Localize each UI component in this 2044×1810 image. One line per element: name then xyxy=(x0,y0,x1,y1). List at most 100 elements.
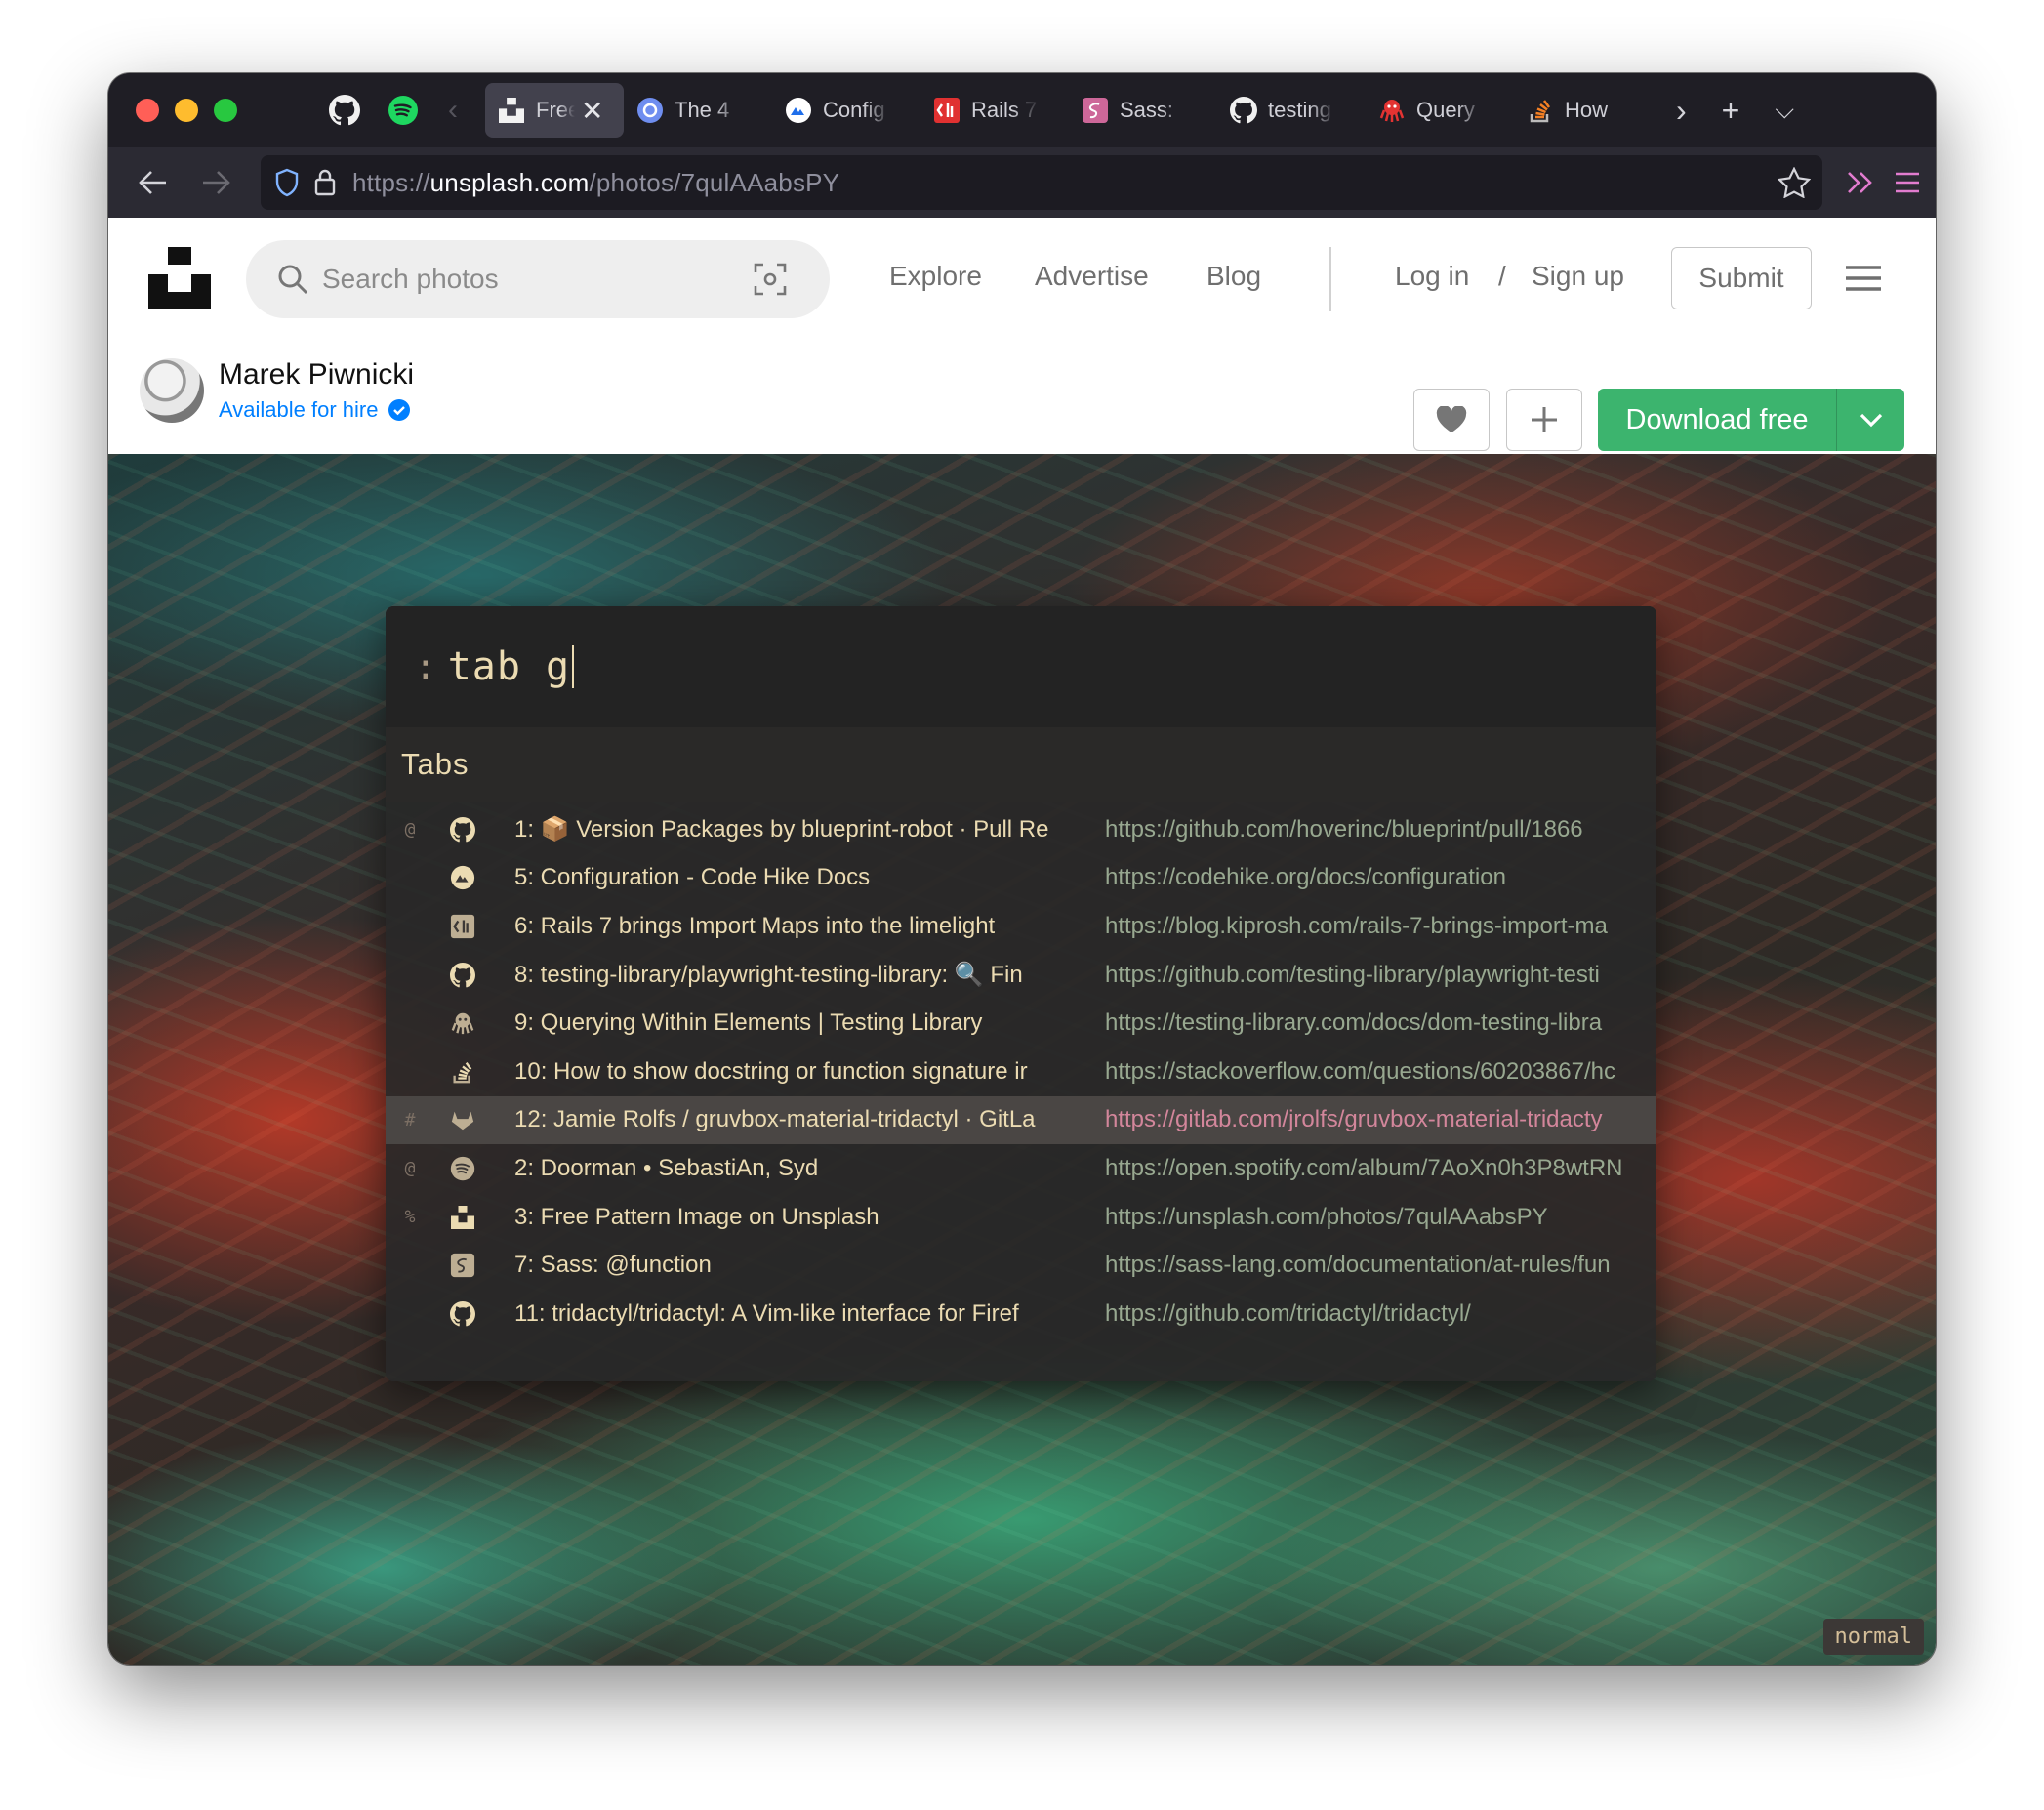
mode-indicator: normal xyxy=(1822,1619,1924,1655)
search-input[interactable] xyxy=(322,264,732,295)
tab-testing-library[interactable]: Query xyxy=(1366,83,1514,138)
visual-search-icon[interactable] xyxy=(754,263,787,296)
auth-separator: / xyxy=(1498,261,1506,291)
completion-row[interactable]: 8: testing-library/playwright-testing-li… xyxy=(386,951,1656,1000)
tab-url: https://github.com/hoverinc/blueprint/pu… xyxy=(1105,815,1583,843)
completion-row[interactable]: 5: Configuration - Code Hike Docs https:/… xyxy=(386,854,1656,903)
tabs-scroll-right-icon[interactable]: › xyxy=(1676,93,1687,129)
completion-row[interactable]: 9: Querying Within Elements | Testing Li… xyxy=(386,999,1656,1048)
tab-title: 10: How to show docstring or function si… xyxy=(514,1057,1028,1085)
back-arrow-icon[interactable] xyxy=(134,163,173,202)
buffer-flag: @ xyxy=(404,1158,416,1179)
octopus-icon xyxy=(1377,96,1407,125)
extensions-overflow-icon[interactable] xyxy=(1841,163,1880,202)
heart-icon xyxy=(1436,406,1467,432)
avatar[interactable] xyxy=(140,358,204,423)
tabs-scroll-left-icon[interactable]: ‹ xyxy=(448,94,475,127)
completion-row[interactable]: 6: Rails 7 brings Import Maps into the l… xyxy=(386,902,1656,951)
nav-advertise[interactable]: Advertise xyxy=(1035,261,1149,292)
search-icon[interactable] xyxy=(277,264,308,295)
command-input[interactable]: : tab g xyxy=(386,606,1656,727)
tab-title: 12: Jamie Rolfs / gruvbox-material-trida… xyxy=(514,1106,1036,1133)
tab-title: 3: Free Pattern Image on Unsplash xyxy=(514,1203,879,1230)
app-menu-icon[interactable] xyxy=(1888,163,1927,202)
submit-button[interactable]: Submit xyxy=(1671,247,1812,309)
spotify-icon xyxy=(450,1156,475,1181)
minimize-window-button[interactable] xyxy=(175,99,198,122)
download-button[interactable]: Download free xyxy=(1598,389,1904,451)
bookmark-star-icon[interactable] xyxy=(1778,167,1811,198)
shield-icon[interactable] xyxy=(274,168,300,197)
completion-row[interactable]: 10: How to show docstring or function si… xyxy=(386,1048,1656,1096)
github-icon xyxy=(450,816,475,843)
url-text: https://unsplash.com/photos/7qulAAabsPY xyxy=(352,167,840,197)
tab-url: https://github.com/tridactyl/tridactyl/ xyxy=(1105,1299,1471,1327)
tab-codehike[interactable]: Config xyxy=(772,83,920,138)
kiprosh-icon xyxy=(450,914,475,939)
close-tab-icon[interactable]: ✕ xyxy=(581,95,603,127)
plus-icon xyxy=(1532,407,1557,432)
new-tab-icon[interactable]: + xyxy=(1722,93,1740,129)
octopus-icon xyxy=(450,1010,475,1036)
command-prompt: : xyxy=(415,646,436,687)
nav-divider xyxy=(1329,247,1331,311)
completion-list: @1: 📦 Version Packages by blueprint-robo… xyxy=(386,802,1656,1338)
completion-row[interactable]: % 3: Free Pattern Image on Unsplash https:… xyxy=(386,1193,1656,1242)
completion-row[interactable]: 11: tridactyl/tridactyl: A Vim-like inte… xyxy=(386,1290,1656,1338)
nav-blog[interactable]: Blog xyxy=(1206,261,1261,292)
command-text: tab g xyxy=(447,644,571,689)
zoom-window-button[interactable] xyxy=(214,99,237,122)
tab-title: 1: 📦 Version Packages by blueprint-robot… xyxy=(514,816,1049,843)
tab-graphql[interactable]: The 4 xyxy=(624,83,772,138)
lock-icon[interactable] xyxy=(313,168,337,197)
completion-row[interactable]: @2: Doorman • SebastiAn, Syd https://open… xyxy=(386,1144,1656,1193)
hire-status[interactable]: Available for hire xyxy=(219,397,411,423)
unsplash-icon xyxy=(497,96,526,125)
tab-url: https://github.com/testing-library/playw… xyxy=(1105,961,1600,988)
search-bar[interactable] xyxy=(246,240,830,318)
photo-author-bar: Marek Piwnicki Available for hire Downlo… xyxy=(108,343,1936,454)
navigation-toolbar: https://unsplash.com/photos/7qulAAabsPY xyxy=(108,147,1936,218)
tab-list-chevron-down-icon[interactable]: ⌵ xyxy=(1775,95,1794,126)
tab-github-testing[interactable]: testing xyxy=(1217,83,1366,138)
close-window-button[interactable] xyxy=(136,99,159,122)
github-icon xyxy=(450,1300,475,1327)
pinned-tab-github[interactable] xyxy=(327,93,362,128)
url-bar[interactable]: https://unsplash.com/photos/7qulAAabsPY xyxy=(261,155,1822,210)
tab-unsplash[interactable]: Free ✕ xyxy=(485,83,624,138)
nav-explore[interactable]: Explore xyxy=(889,261,982,292)
hamburger-menu-icon[interactable] xyxy=(1845,265,1882,292)
tab-stackoverflow[interactable]: How xyxy=(1514,83,1662,138)
tab-url: https://blog.kiprosh.com/rails-7-brings-… xyxy=(1105,912,1608,939)
forward-arrow-icon[interactable] xyxy=(196,163,235,202)
download-options-chevron-down-icon[interactable] xyxy=(1837,412,1904,428)
unsplash-logo-icon[interactable] xyxy=(148,247,211,309)
tab-sass[interactable]: Sass: xyxy=(1069,83,1217,138)
tab-url: https://unsplash.com/photos/7qulAAabsPY xyxy=(1105,1203,1548,1230)
login-link[interactable]: Log in xyxy=(1395,261,1469,292)
tab-title: 5: Configuration - Code Hike Docs xyxy=(514,864,871,891)
site-header: Explore Advertise Blog Log in / Sign up … xyxy=(108,218,1936,343)
completion-row[interactable]: #12: Jamie Rolfs / gruvbox-material-trid… xyxy=(386,1095,1656,1145)
signup-link[interactable]: Sign up xyxy=(1532,261,1624,292)
completion-row[interactable]: 7: Sass: @function https://sass-lang.com/… xyxy=(386,1241,1656,1290)
window-controls xyxy=(136,99,237,122)
web-page: Explore Advertise Blog Log in / Sign up … xyxy=(108,218,1936,1665)
tab-title: 2: Doorman • SebastiAn, Syd xyxy=(514,1154,819,1181)
tab-title: 8: testing-library/playwright-testing-li… xyxy=(514,962,1023,989)
author-name[interactable]: Marek Piwnicki xyxy=(219,358,414,391)
completion-row[interactable]: @1: 📦 Version Packages by blueprint-robo… xyxy=(386,805,1656,854)
tab-title: 7: Sass: @function xyxy=(514,1252,712,1279)
tab-rails[interactable]: Rails 7 xyxy=(920,83,1069,138)
pinned-tab-spotify[interactable] xyxy=(386,93,421,128)
buffer-flag: @ xyxy=(404,819,416,841)
add-to-collection-button[interactable] xyxy=(1506,389,1582,451)
tab-url: https://gitlab.com/jrolfs/gruvbox-materi… xyxy=(1105,1106,1603,1133)
photo-image: : tab g Tabs @1: 📦 Version Packages by b… xyxy=(108,454,1936,1665)
sass-icon xyxy=(1081,96,1110,125)
tab-title: 9: Querying Within Elements | Testing Li… xyxy=(514,1009,983,1037)
pinned-tabs xyxy=(327,93,421,128)
tab-url: https://testing-library.com/docs/dom-tes… xyxy=(1105,1009,1603,1037)
github-icon xyxy=(450,962,475,988)
like-button[interactable] xyxy=(1413,389,1490,451)
